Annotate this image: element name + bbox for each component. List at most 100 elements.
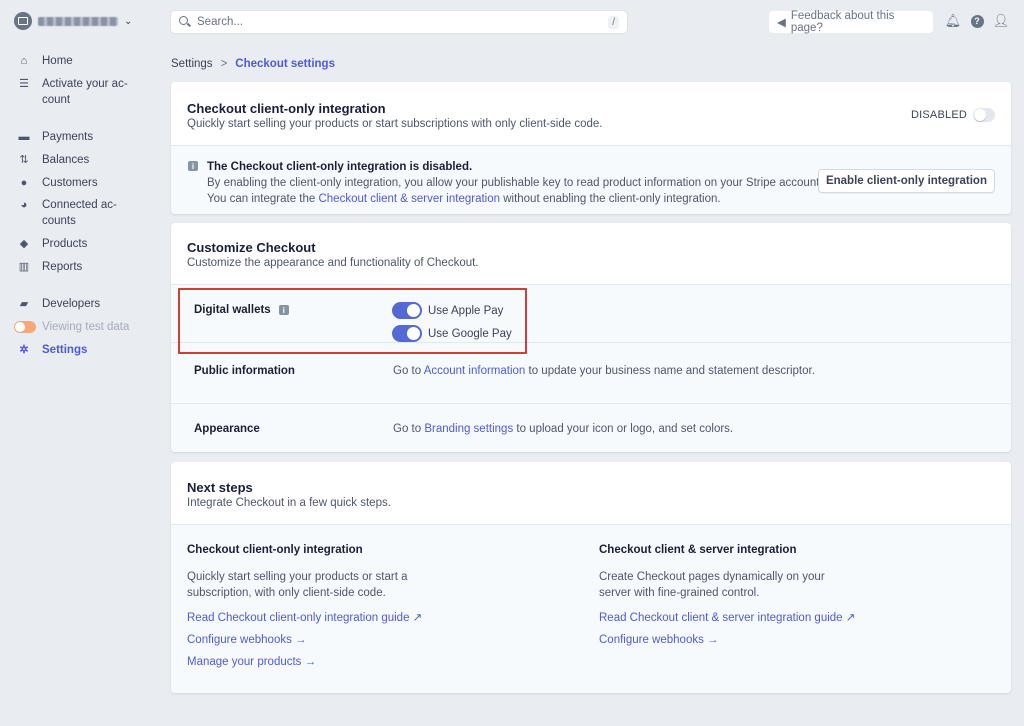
connected-icon: ◕ xyxy=(20,199,28,211)
apple-pay-option[interactable]: Use Apple Pay xyxy=(392,302,503,319)
client-only-card: Checkout client-only integration Quickly… xyxy=(171,82,1011,214)
account-logo-icon xyxy=(14,12,32,30)
configure-webhooks-link[interactable]: Configure webhooks → xyxy=(599,634,859,646)
sidebar-item-products[interactable]: ◆ Products xyxy=(16,236,88,252)
sidebar-item-label: Home xyxy=(42,55,73,67)
gear-icon: ✲ xyxy=(19,344,29,356)
appearance-label: Appearance xyxy=(194,423,260,435)
apple-pay-label: Use Apple Pay xyxy=(428,304,504,317)
sidebar-item-label: Activate your ac- count xyxy=(42,78,128,106)
user-icon[interactable]: 👤︎ xyxy=(993,13,1010,29)
configure-webhooks-link[interactable]: Configure webhooks → xyxy=(187,634,447,646)
top-icons: 🔔︎ ? 👤︎ xyxy=(945,13,1010,29)
apple-pay-toggle[interactable] xyxy=(392,302,422,319)
products-icon: ◆ xyxy=(19,238,29,250)
value-pre: Go to xyxy=(393,423,425,435)
disabled-notice: i The Checkout client-only integration i… xyxy=(171,145,1011,214)
sidebar-item-connected-accounts[interactable]: ◕ Connected ac- counts xyxy=(16,197,117,229)
customize-checkout-card: Customize Checkout Customize the appeara… xyxy=(171,223,1011,452)
sidebar-item-balances[interactable]: ⇅ Balances xyxy=(16,152,89,168)
payments-icon: ▬ xyxy=(18,131,30,143)
client-only-column: Checkout client-only integration Quickly… xyxy=(187,544,447,668)
breadcrumb: Settings > Checkout settings xyxy=(171,58,335,70)
branding-settings-link[interactable]: Branding settings xyxy=(424,423,513,435)
appearance-value: Go to Branding settings to upload your i… xyxy=(393,423,733,435)
enable-client-only-button[interactable]: Enable client-only integration xyxy=(817,169,995,193)
customers-icon: ● xyxy=(20,177,28,189)
help-button[interactable]: ? xyxy=(970,13,984,29)
search-icon xyxy=(179,16,191,28)
card-subtitle: Integrate Checkout in a few quick steps. xyxy=(187,497,391,509)
sidebar-item-label: Balances xyxy=(42,154,90,166)
value-post: to upload your icon or logo, and set col… xyxy=(513,423,734,435)
card-header: Checkout client-only integration Quickly… xyxy=(171,101,618,130)
info-icon[interactable]: i xyxy=(278,305,289,315)
appearance-row: Appearance Go to Branding settings to up… xyxy=(171,403,1011,452)
sidebar-item-label: Customers xyxy=(42,177,98,189)
sidebar-item-label: Reports xyxy=(42,261,83,273)
sidebar-item-label: Products xyxy=(42,238,88,250)
client-server-column: Checkout client & server integration Cre… xyxy=(599,544,859,646)
card-subtitle: Quickly start selling your products or s… xyxy=(187,118,603,130)
activate-icon: ☰ xyxy=(19,78,29,90)
sidebar-item-home[interactable]: ⌂ Home xyxy=(16,53,73,69)
digital-wallets-label: Digital wallets i xyxy=(194,304,289,316)
column-description: Quickly start selling your products or s… xyxy=(187,571,408,599)
notice-title: The Checkout client-only integration is … xyxy=(207,161,473,173)
notice-text: The Checkout client-only integration is … xyxy=(207,159,823,207)
client-only-toggle[interactable] xyxy=(973,108,995,122)
sidebar-item-payments[interactable]: ▬ Payments xyxy=(16,129,94,145)
next-steps-card: Next steps Integrate Checkout in a few q… xyxy=(171,462,1011,693)
client-only-guide-link[interactable]: Read Checkout client-only integration gu… xyxy=(187,610,447,624)
notice-line-1: By enabling the client-only integration,… xyxy=(207,177,823,189)
sidebar-item-label: Payments xyxy=(42,131,94,143)
breadcrumb-current: Checkout settings xyxy=(235,58,335,70)
megaphone-icon: ◀ xyxy=(777,17,786,29)
public-information-label: Public information xyxy=(194,365,295,377)
chevron-down-icon: ⌄ xyxy=(124,15,133,27)
notice-line-2-post: without enabling the client-only integra… xyxy=(500,193,721,205)
chevron-right-icon: > xyxy=(220,58,228,70)
account-information-link[interactable]: Account information xyxy=(424,365,526,377)
client-server-guide-link[interactable]: Read Checkout client & server integratio… xyxy=(599,610,859,624)
client-server-link[interactable]: Checkout client & server integration xyxy=(318,193,500,205)
card-title: Customize Checkout xyxy=(187,240,316,255)
balances-icon: ⇅ xyxy=(19,154,29,166)
reports-icon: ▥ xyxy=(18,261,30,273)
card-subtitle: Customize the appearance and functionali… xyxy=(187,257,479,269)
digital-wallets-text: Digital wallets xyxy=(194,304,271,316)
notice-line-2-pre: You can integrate the xyxy=(207,193,319,205)
sidebar-item-settings[interactable]: ✲ Settings xyxy=(16,342,87,358)
google-pay-label: Use Google Pay xyxy=(428,327,512,340)
sidebar: ⌄ ⌂ Home ☰ Activate your ac- count ▬ Pay… xyxy=(0,0,160,726)
card-title: Checkout client-only integration xyxy=(187,101,386,116)
account-switcher[interactable]: ⌄ xyxy=(14,12,132,30)
google-pay-option[interactable]: Use Google Pay xyxy=(392,325,512,342)
sidebar-item-test-data[interactable]: Viewing test data xyxy=(14,319,129,335)
sidebar-item-reports[interactable]: ▥ Reports xyxy=(16,259,82,275)
help-icon: ? xyxy=(970,14,984,28)
info-icon: i xyxy=(188,161,198,171)
public-information-value: Go to Account information to update your… xyxy=(393,365,815,377)
search-input[interactable] xyxy=(197,16,609,28)
value-post: to update your business name and stateme… xyxy=(525,365,815,377)
bell-icon[interactable]: 🔔︎ xyxy=(945,13,962,29)
public-information-row: Public information Go to Account informa… xyxy=(171,342,1011,402)
manage-products-link[interactable]: Manage your products → xyxy=(187,656,447,668)
sidebar-item-customers[interactable]: ● Customers xyxy=(16,175,98,191)
sidebar-item-activate[interactable]: ☰ Activate your ac- count xyxy=(16,76,128,108)
column-title: Checkout client-only integration xyxy=(187,544,363,556)
sidebar-item-label: Viewing test data xyxy=(42,321,130,333)
card-header: Next steps Integrate Checkout in a few q… xyxy=(171,480,407,509)
sidebar-item-developers[interactable]: ▰ Developers xyxy=(16,296,100,312)
breadcrumb-settings[interactable]: Settings xyxy=(171,58,213,70)
next-steps-body: Checkout client-only integration Quickly… xyxy=(171,524,1011,693)
google-pay-toggle[interactable] xyxy=(392,325,422,342)
feedback-label: Feedback about this page? xyxy=(790,10,895,34)
test-data-toggle-icon[interactable] xyxy=(14,321,36,333)
feedback-button[interactable]: ◀ Feedback about this page? xyxy=(769,10,933,34)
value-pre: Go to xyxy=(393,365,424,377)
account-name-blurred xyxy=(38,16,118,26)
column-description: Create Checkout pages dynamically on you… xyxy=(599,571,825,599)
search-bar[interactable]: / xyxy=(171,11,627,33)
